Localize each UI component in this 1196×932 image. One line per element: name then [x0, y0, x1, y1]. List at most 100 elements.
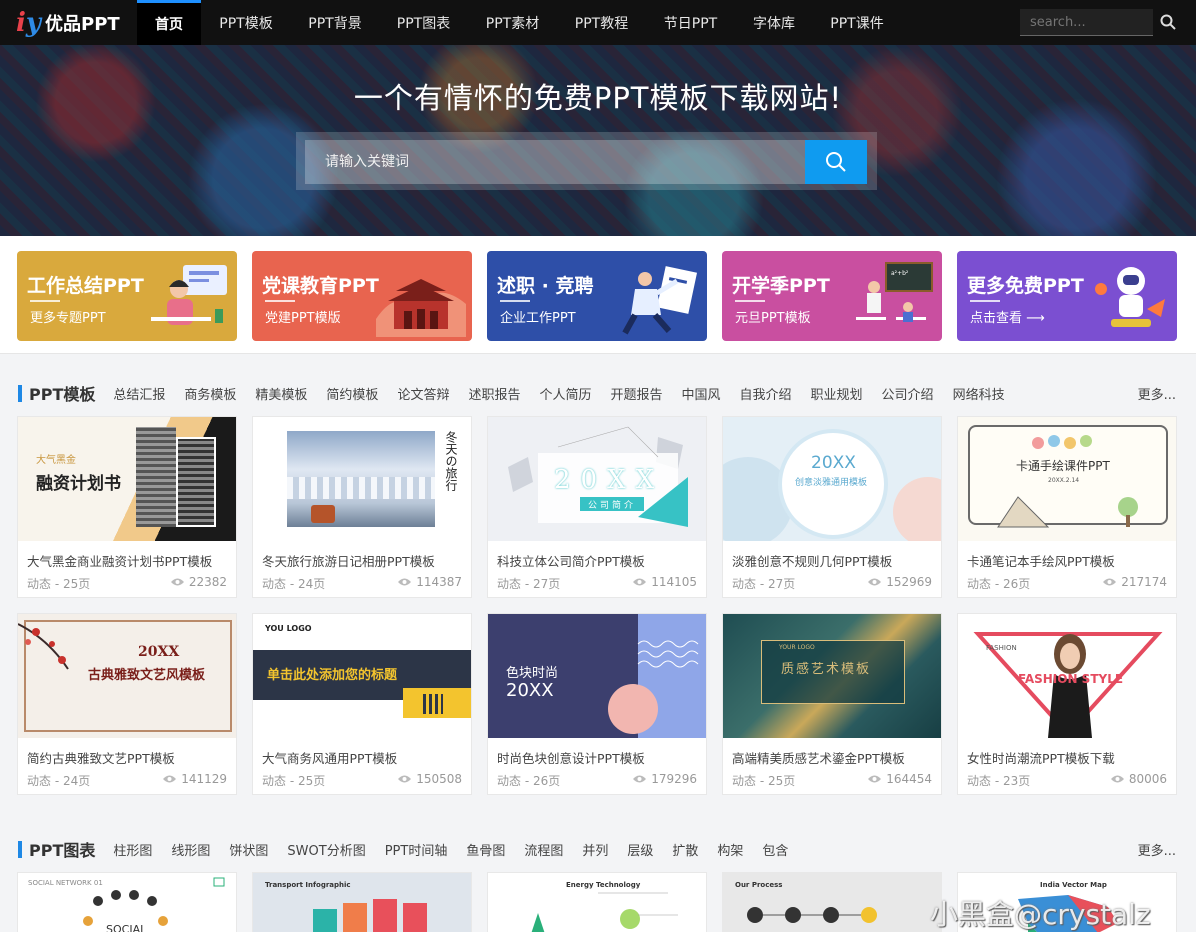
astronaut-illustration	[1095, 267, 1165, 327]
hero-search-button[interactable]	[805, 140, 867, 184]
process-steps-icon	[747, 907, 877, 923]
tag-link[interactable]: 柱形图	[113, 840, 152, 859]
bar-infographic-icon	[313, 899, 427, 932]
chart-card[interactable]: SOCIAL NETWORK 01 SOCIAL	[17, 872, 237, 932]
card-title[interactable]: 时尚色块创意设计PPT模板	[497, 748, 645, 767]
banner-subtitle: 点击查看 ⟶	[970, 311, 1045, 326]
tag-link[interactable]: 扩散	[672, 840, 698, 859]
tag-link[interactable]: 个人简历	[539, 384, 591, 403]
template-card[interactable]: 20XX 古典雅致文艺风模板 简约古典雅致文艺PPT模板 动态 - 24页 14…	[17, 613, 237, 795]
tag-link[interactable]: PPT时间轴	[385, 840, 448, 859]
tag-link[interactable]: 饼状图	[229, 840, 268, 859]
banner-job-report[interactable]: 述职 · 竞聘 企业工作PPT	[487, 251, 707, 341]
tag-link[interactable]: 流程图	[524, 840, 563, 859]
nav-item-ppt-courseware[interactable]: PPT课件	[813, 0, 901, 45]
tag-link[interactable]: 开题报告	[610, 384, 662, 403]
tag-link[interactable]: 简约模板	[326, 384, 378, 403]
banner-more-free[interactable]: 更多免费PPT 点击查看 ⟶	[957, 251, 1177, 341]
banner-title: 更多免费PPT	[967, 275, 1084, 297]
template-card[interactable]: 20XX 公司简介 科技立体公司简介PPT模板 动态 - 27页 114105	[487, 416, 707, 598]
card-meta: 动态 - 27页	[497, 577, 561, 591]
tag-link[interactable]: 包含	[762, 840, 788, 859]
chart-card[interactable]: Our Process	[722, 872, 942, 932]
card-thumbnail: YOU LOGO 单击此处添加您的标题	[253, 614, 471, 738]
hero-title: 一个有情怀的免费PPT模板下载网站!	[353, 81, 843, 115]
chart-card[interactable]: Transport Infographic	[252, 872, 472, 932]
nav-item-ppt-template[interactable]: PPT模板	[201, 0, 291, 45]
thumb-subtext: 大气黑金	[36, 455, 76, 466]
nav-item-home[interactable]: 首页	[137, 0, 201, 45]
template-card[interactable]: 20XX 创意淡雅通用模板 淡雅创意不规则几何PPT模板 动态 - 27页 15…	[722, 416, 942, 598]
tag-link[interactable]: 自我介绍	[740, 384, 792, 403]
card-title[interactable]: 淡雅创意不规则几何PPT模板	[732, 551, 892, 570]
card-title[interactable]: 科技立体公司简介PPT模板	[497, 551, 645, 570]
search-icon[interactable]	[1160, 14, 1176, 30]
card-meta: 动态 - 26页	[967, 577, 1031, 591]
card-views: 114105	[632, 575, 697, 589]
nav-item-ppt-chart[interactable]: PPT图表	[379, 0, 468, 45]
thumb-subtext: YOUR LOGO	[779, 644, 815, 651]
card-title[interactable]: 大气黑金商业融资计划书PPT模板	[27, 551, 212, 570]
more-link[interactable]: 更多...	[1138, 840, 1176, 859]
banner-title: 开学季PPT	[732, 275, 830, 297]
nav-search-input[interactable]	[1020, 9, 1153, 36]
card-title[interactable]: 卡通笔记本手绘风PPT模板	[967, 551, 1115, 570]
card-meta: 动态 - 27页	[732, 577, 796, 591]
card-title[interactable]: 高端精美质感艺术鎏金PPT模板	[732, 748, 905, 767]
chart-card[interactable]: Energy Technology	[487, 872, 707, 932]
card-thumbnail: 20XX 创意淡雅通用模板	[723, 417, 941, 541]
more-link[interactable]: 更多...	[1138, 384, 1176, 403]
tag-link[interactable]: 述职报告	[468, 384, 520, 403]
nav-item-ppt-background[interactable]: PPT背景	[291, 0, 379, 45]
card-title[interactable]: 冬天旅行旅游日记相册PPT模板	[262, 551, 435, 570]
view-count: 152969	[886, 575, 932, 589]
hero-banner: 一个有情怀的免费PPT模板下载网站!	[0, 45, 1196, 236]
template-card[interactable]: 色块时尚 20XX 时尚色块创意设计PPT模板 动态 - 26页 179296	[487, 613, 707, 795]
card-title[interactable]: 大气商务风通用PPT模板	[262, 748, 397, 767]
banner-divider	[30, 300, 60, 302]
nav-item-ppt-tutorial[interactable]: PPT教程	[557, 0, 646, 45]
site-logo[interactable]: iy 优品PPT	[0, 0, 137, 45]
tag-link[interactable]: 中国风	[682, 384, 721, 403]
tag-link[interactable]: 职业规划	[811, 384, 863, 403]
tag-link[interactable]: 鱼骨图	[466, 840, 505, 859]
tag-link[interactable]: 论文答辩	[397, 384, 449, 403]
hero-search-input[interactable]	[305, 140, 805, 184]
tag-link[interactable]: 层级	[627, 840, 653, 859]
card-thumbnail: 大气黑金 融资计划书	[18, 417, 236, 541]
eye-icon	[633, 578, 647, 586]
card-title[interactable]: 简约古典雅致文艺PPT模板	[27, 748, 175, 767]
tag-link[interactable]: 线形图	[171, 840, 210, 859]
banner-work-summary[interactable]: 工作总结PPT 更多专题PPT	[17, 251, 237, 341]
nav-item-ppt-material[interactable]: PPT素材	[468, 0, 557, 45]
nav-item-holiday-ppt[interactable]: 节日PPT	[646, 0, 735, 45]
eye-icon	[163, 775, 177, 783]
template-card[interactable]: YOU LOGO 单击此处添加您的标题 大气商务风通用PPT模板 动态 - 25…	[252, 613, 472, 795]
card-thumbnail: 20XX 公司简介	[488, 417, 706, 541]
template-card[interactable]: FASHION FASHION STYLE 女性时尚潮流PPT模板下载 动态 -…	[957, 613, 1177, 795]
tag-link[interactable]: 构架	[717, 840, 743, 859]
tag-link[interactable]: 商务模板	[184, 384, 236, 403]
watermark: 小黑盒@crystalz	[930, 898, 1151, 931]
section-title: PPT图表	[29, 841, 96, 860]
tag-link[interactable]: 并列	[582, 840, 608, 859]
svg-text:a²+b²: a²+b²	[891, 270, 909, 277]
section-title: PPT模板	[29, 385, 96, 404]
tag-link[interactable]: 总结汇报	[113, 384, 165, 403]
template-card[interactable]: 卡通手绘课件PPT 20XX.2.14 卡通笔记本手绘风PPT模板 动态 - 2…	[957, 416, 1177, 598]
banner-school-season[interactable]: 开学季PPT 元旦PPT模板 a²+b²	[722, 251, 942, 341]
card-title[interactable]: 女性时尚潮流PPT模板下载	[967, 748, 1115, 767]
template-card[interactable]: 冬天の旅行 冬天旅行旅游日记相册PPT模板 动态 - 24页 114387	[252, 416, 472, 598]
office-worker-illustration	[151, 265, 227, 325]
banner-party-education[interactable]: 党课教育PPT 党建PPT模版	[252, 251, 472, 341]
template-card[interactable]: YOUR LOGO 质感艺术模板 高端精美质感艺术鎏金PPT模板 动态 - 25…	[722, 613, 942, 795]
thumb-subtext: 创意淡雅通用模板	[795, 478, 868, 488]
eye-icon	[1110, 775, 1124, 783]
tag-link[interactable]: SWOT分析图	[287, 840, 365, 859]
view-count: 114105	[651, 575, 697, 589]
template-card[interactable]: 大气黑金 融资计划书 大气黑金商业融资计划书PPT模板 动态 - 25页 223…	[17, 416, 237, 598]
tag-link[interactable]: 精美模板	[255, 384, 307, 403]
tag-link[interactable]: 网络科技	[953, 384, 1005, 403]
tag-link[interactable]: 公司介绍	[882, 384, 934, 403]
nav-item-font-library[interactable]: 字体库	[735, 0, 813, 45]
